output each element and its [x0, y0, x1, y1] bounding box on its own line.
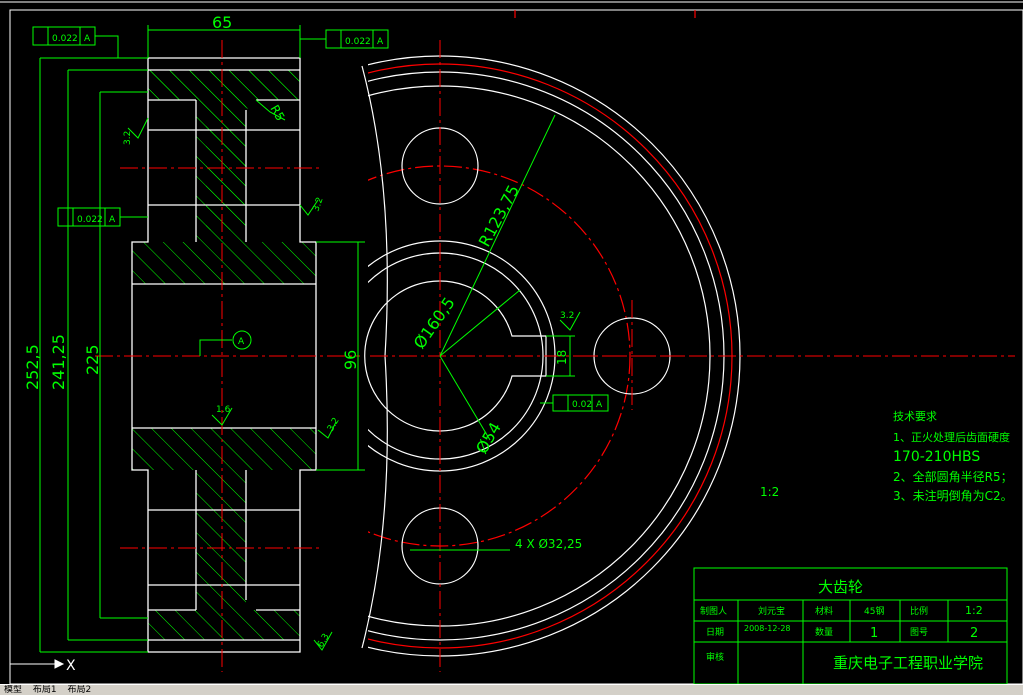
dim-d160: Ø160,5 — [410, 294, 459, 353]
drawno: 2 — [970, 626, 978, 641]
dim-holes: 4 X Ø32,25 — [515, 537, 582, 551]
tol-ref-1: A — [84, 34, 91, 44]
notes-heading: 技术要求 — [893, 410, 937, 423]
rough-4: 3.2 — [326, 416, 342, 433]
tol-runout-2: 0.022 — [345, 37, 371, 47]
drawno-label: 图号 — [910, 627, 928, 638]
scale-label: 1:2 — [760, 485, 779, 499]
dim-d54: Ø54 — [472, 419, 505, 457]
material: 45钢 — [864, 605, 884, 617]
scale: 1:2 — [965, 604, 983, 617]
tol-runout-1: 0.022 — [52, 34, 78, 44]
drawer-label: 制图人 — [700, 605, 727, 617]
rough-2: 3.2 — [311, 196, 325, 213]
ucs-icon — [10, 659, 65, 669]
check-label: 审核 — [706, 651, 724, 663]
qty-label: 数量 — [815, 626, 833, 638]
drawer: 刘元宝 — [758, 605, 785, 617]
dim-width: 65 — [212, 13, 232, 32]
scale-label-tb: 比例 — [910, 605, 928, 617]
dim-r123: R123,75 — [475, 182, 523, 250]
school: 重庆电子工程职业学院 — [833, 654, 983, 672]
rough-1: 3.2 — [123, 131, 133, 145]
tol-flat: 0.02 — [572, 400, 592, 410]
date: 2008-12-28 — [744, 624, 791, 633]
notes-line1: 1、正火处理后齿面硬度 — [893, 430, 1010, 444]
dim-241: 241,25 — [49, 334, 68, 390]
notes-line3: 2、全部圆角半径R5； — [893, 469, 1013, 484]
date-label: 日期 — [706, 627, 724, 638]
tol-ref-4: A — [596, 400, 603, 410]
technical-notes: 技术要求 1、正火处理后齿面硬度 170-210HBS 2、全部圆角半径R5； … — [893, 410, 1013, 503]
dim-keyway: 18 — [555, 350, 569, 365]
tol-runout-3: 0.022 — [77, 215, 103, 225]
qty: 1 — [870, 626, 878, 641]
rough-6: 3.2 — [560, 311, 574, 321]
drawing-border — [9, 9, 1023, 685]
title-block: 大齿轮 制图人 刘元宝 材料 45钢 比例 1:2 日期 2008-12-28 … — [693, 567, 1008, 685]
rough-5: 6.3 — [316, 632, 332, 649]
dim-96: 96 — [341, 350, 360, 370]
dim-252: 252,5 — [23, 344, 42, 390]
notes-line4: 3、未注明倒角为C2。 — [893, 488, 1013, 503]
notes-line2: 170-210HBS — [893, 449, 980, 465]
cad-drawing: 65 252,5 241,25 225 96 R5 0.022 A 0.022 … — [0, 1, 1023, 685]
tol-ref-3: A — [109, 215, 116, 225]
tol-ref-2: A — [377, 37, 384, 47]
ucs-x: X — [66, 658, 76, 674]
dim-225: 225 — [83, 344, 102, 375]
rough-3: 1.6 — [216, 405, 231, 415]
part-name: 大齿轮 — [818, 578, 863, 596]
datum-a: A — [238, 337, 245, 347]
material-label: 材料 — [815, 605, 833, 617]
layout-tabs: 模型 布局1 布局2 — [0, 684, 1023, 695]
